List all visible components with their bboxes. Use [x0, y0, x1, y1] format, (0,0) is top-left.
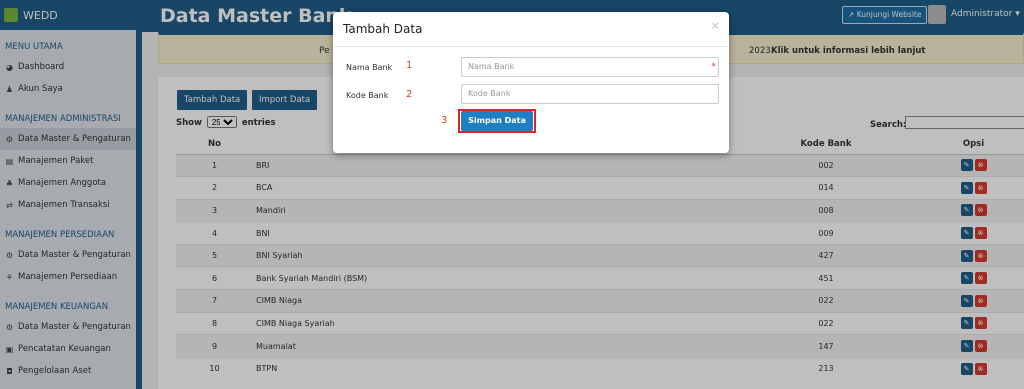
add-data-modal: Tambah Data × Nama Bank 1 Nama Bank * Ko… — [333, 12, 729, 153]
bank-name-input[interactable]: Nama Bank * — [461, 57, 719, 77]
step-number: 1 — [406, 60, 413, 71]
bank-code-label: Kode Bank — [346, 91, 389, 100]
close-icon[interactable]: × — [711, 19, 720, 32]
save-button[interactable]: Simpan Data — [461, 111, 533, 131]
step-number: 3 — [441, 115, 448, 126]
divider — [333, 46, 729, 47]
required-marker: * — [711, 62, 717, 72]
modal-title: Tambah Data — [343, 22, 423, 36]
bank-name-label: Nama Bank — [346, 63, 393, 72]
step-number: 2 — [406, 89, 413, 100]
bank-code-input[interactable]: Kode Bank — [461, 84, 719, 104]
